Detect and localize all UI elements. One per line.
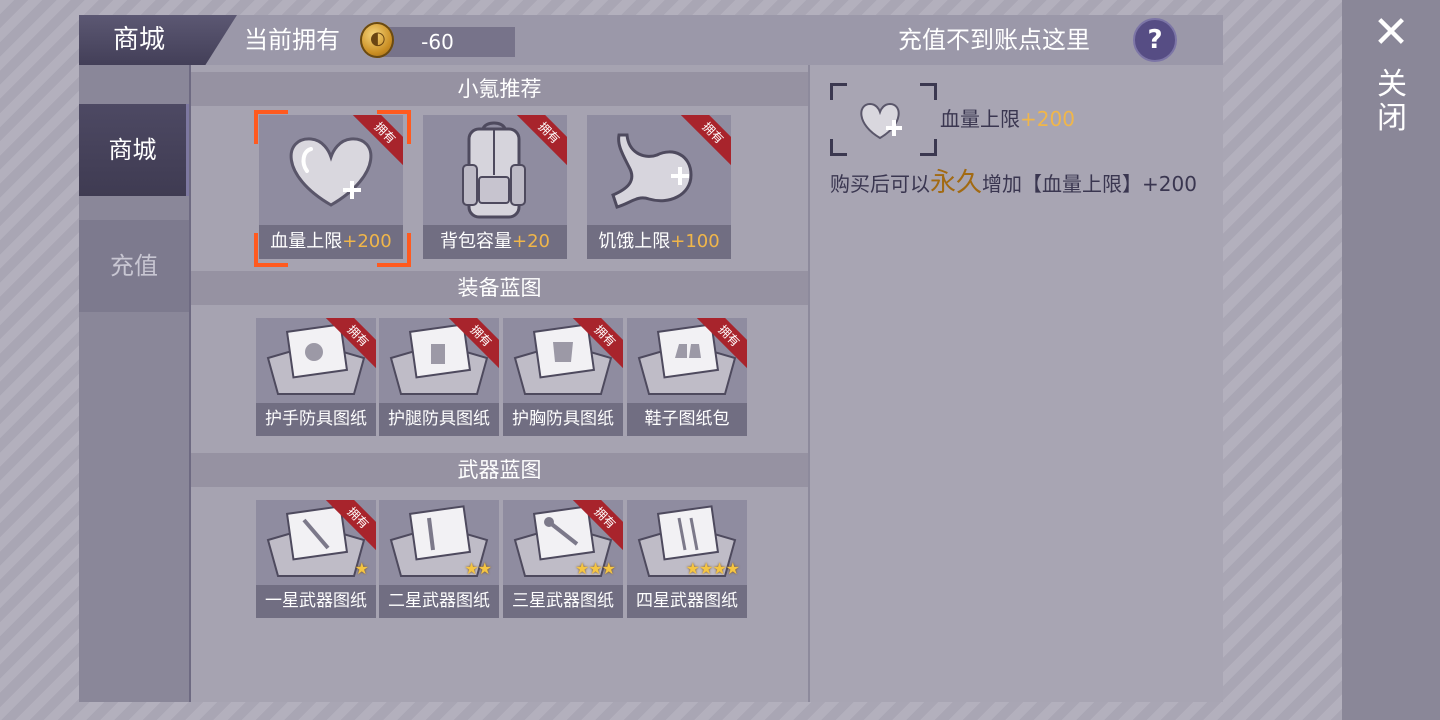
coin-balance: -60	[421, 30, 454, 54]
shop-item-weapon-1star[interactable]: 拥有 ★ 一星武器图纸	[256, 500, 376, 618]
item-label: 饥饿上限+100	[587, 225, 731, 259]
help-button[interactable]: ?	[1133, 18, 1177, 62]
item-label: 一星武器图纸	[256, 585, 376, 618]
detail-frame-corner	[830, 83, 847, 100]
star-rating: ★★★★	[685, 559, 740, 578]
section-title-equipment: 装备蓝图	[191, 271, 808, 305]
recharge-help-link[interactable]: 充值不到账点这里	[898, 22, 1090, 58]
item-label: 护胸防具图纸	[503, 403, 623, 436]
shop-item-glove-blueprint[interactable]: 拥有 护手防具图纸	[256, 318, 376, 436]
detail-item-name: 血量上限+200	[940, 107, 1075, 131]
item-label: 背包容量+20	[423, 225, 567, 259]
shop-item-weapon-2star[interactable]: ★★ 二星武器图纸	[379, 500, 499, 618]
coin-icon: ◐	[360, 22, 394, 58]
item-label: 鞋子图纸包	[627, 403, 747, 436]
plus-icon	[343, 181, 367, 205]
shop-item-hunger-limit[interactable]: 拥有 饥饿上限+100	[587, 115, 731, 259]
item-label: 护腿防具图纸	[379, 403, 499, 436]
shop-item-shoe-blueprint[interactable]: 拥有 鞋子图纸包	[627, 318, 747, 436]
star-rating: ★★	[464, 559, 492, 578]
item-label: 四星武器图纸	[627, 585, 747, 618]
owned-label: 当前拥有	[244, 26, 340, 54]
detail-description: 购买后可以永久增加【血量上限】+200	[830, 168, 1197, 198]
star-rating: ★	[354, 559, 369, 578]
shop-title: 商城	[112, 25, 165, 55]
selection-corner	[377, 233, 411, 267]
shop-item-backpack[interactable]: 拥有 背包容量+20	[423, 115, 567, 259]
item-label: 三星武器图纸	[503, 585, 623, 618]
selection-corner	[254, 233, 288, 267]
close-label[interactable]: 关闭	[1377, 68, 1407, 136]
selection-corner	[377, 110, 411, 144]
detail-frame-corner	[830, 139, 847, 156]
selection-corner	[254, 110, 288, 144]
shop-item-weapon-4star[interactable]: ★★★★ 四星武器图纸	[627, 500, 747, 618]
shop-item-weapon-3star[interactable]: 拥有 ★★★ 三星武器图纸	[503, 500, 623, 618]
item-label: 二星武器图纸	[379, 585, 499, 618]
item-label: 护手防具图纸	[256, 403, 376, 436]
plus-icon	[671, 167, 695, 191]
shop-item-chest-blueprint[interactable]: 拥有 护胸防具图纸	[503, 318, 623, 436]
heart-plus-icon	[860, 102, 902, 140]
detail-frame-corner	[920, 139, 937, 156]
item-detail-panel	[810, 65, 1223, 702]
star-rating: ★★★	[574, 559, 616, 578]
nav-tab-recharge[interactable]: 充值	[79, 220, 189, 312]
nav-tab-shop[interactable]: 商城	[79, 104, 189, 196]
shop-item-leg-blueprint[interactable]: 拥有 护腿防具图纸	[379, 318, 499, 436]
section-title-weapon: 武器蓝图	[191, 453, 808, 487]
section-title-recommend: 小氪推荐	[191, 72, 808, 106]
detail-frame-corner	[920, 83, 937, 100]
close-icon[interactable]: ✕	[1368, 10, 1414, 56]
